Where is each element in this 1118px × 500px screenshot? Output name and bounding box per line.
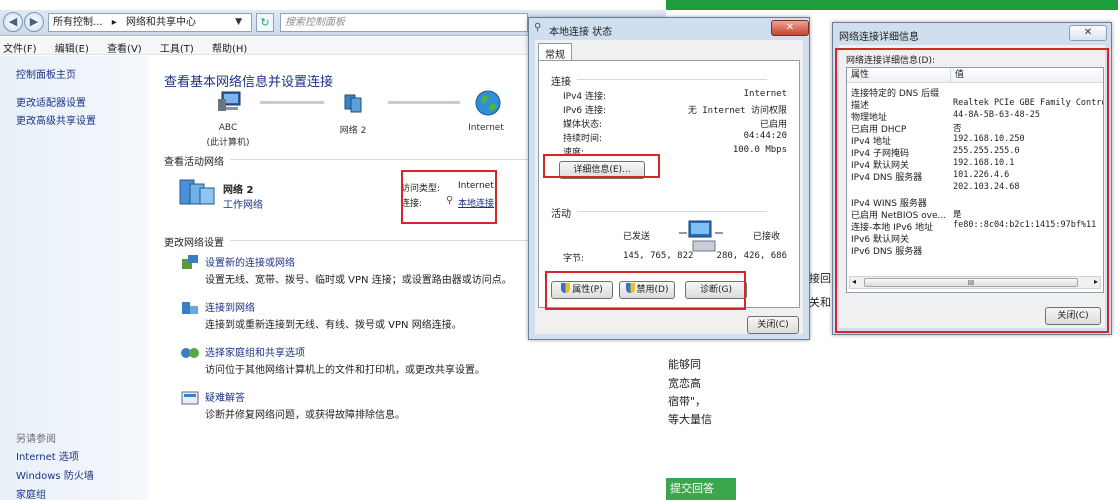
- search-input[interactable]: 搜索控制面板: [280, 13, 528, 32]
- dialog-title: 网络连接详细信息: [839, 32, 919, 43]
- sidebar-item-advanced-sharing[interactable]: 更改高级共享设置: [16, 112, 96, 127]
- webpage-text: 等大量信: [668, 413, 712, 426]
- close-icon[interactable]: ✕: [771, 20, 809, 36]
- bytes-received-value: 280, 426, 686: [716, 251, 787, 261]
- webpage-header-bar: [666, 0, 1118, 10]
- sidebar-item-control-panel-home[interactable]: 控制面板主页: [16, 66, 76, 81]
- submit-answer-button[interactable]: 提交回答: [666, 478, 736, 500]
- breadcrumb-1[interactable]: 所有控制...: [53, 17, 103, 28]
- menu-edit[interactable]: 编辑(E): [52, 37, 89, 55]
- active-networks-header: 查看活动网络: [164, 153, 610, 168]
- see-also-header: 另请参阅: [16, 434, 56, 445]
- close-icon[interactable]: ✕: [1069, 25, 1107, 41]
- highlight-box: [835, 48, 1109, 333]
- webpage-text: 宽恋高: [668, 377, 701, 390]
- webpage-text: 能够同: [668, 358, 701, 371]
- media-state-value: 已启用: [759, 120, 787, 130]
- ethernet-icon: ⚲: [534, 22, 542, 33]
- address-input[interactable]: 所有控制... ▸ 网络和共享中心 ▼: [48, 13, 252, 32]
- homegroup-link[interactable]: 选择家庭组和共享选项: [205, 344, 305, 359]
- troubleshoot-icon: [181, 391, 199, 405]
- duration-value: 04:44:20: [743, 131, 787, 141]
- sidebar-item-adapter-settings[interactable]: 更改适配器设置: [16, 94, 86, 109]
- sidebar-item-homegroup[interactable]: 家庭组: [16, 486, 46, 500]
- ipv4-label: IPv4 连接:: [563, 92, 607, 102]
- menu-file[interactable]: 文件(F): [0, 37, 37, 55]
- homegroup-desc: 访问位于其他网络计算机上的文件和打印机，或更改共享设置。: [205, 365, 485, 376]
- speed-value: 100.0 Mbps: [732, 145, 787, 155]
- bytes-sent-value: 145, 765, 822: [623, 251, 694, 261]
- homegroup-icon: [181, 348, 199, 358]
- menu-view[interactable]: 查看(V): [104, 37, 142, 55]
- computer-name: ABC: [218, 123, 238, 133]
- sent-label: 已发送: [623, 232, 651, 242]
- setup-connection-link[interactable]: 设置新的连接或网络: [205, 254, 295, 269]
- sidebar-item-internet-options[interactable]: Internet 选项: [16, 448, 79, 463]
- duration-label: 持续时间:: [563, 134, 603, 144]
- computer-node[interactable]: [210, 90, 250, 115]
- menu-help[interactable]: 帮助(H): [209, 37, 247, 55]
- received-label: 已接收: [753, 232, 781, 242]
- ipv4-value: Internet: [743, 89, 787, 99]
- chevron-down-icon[interactable]: ▼: [235, 14, 242, 31]
- setup-connection-icon: [182, 255, 198, 269]
- ipv6-label: IPv6 连接:: [563, 106, 607, 116]
- active-network-name: 网络 2: [223, 185, 254, 196]
- refresh-icon[interactable]: ↻: [256, 13, 274, 32]
- webpage-text: 关和: [809, 296, 831, 309]
- network-activity-icon: [679, 220, 723, 252]
- webpage-text: 宿带"，: [668, 395, 707, 408]
- sidebar-item-windows-firewall[interactable]: Windows 防火墙: [16, 467, 94, 482]
- internet-node[interactable]: [474, 90, 502, 119]
- dialog-title: 本地连接 状态: [549, 27, 613, 38]
- page-title: 查看基本网络信息并设置连接: [164, 75, 334, 90]
- close-button[interactable]: 关闭(C): [747, 316, 799, 334]
- troubleshoot-desc: 诊断并修复网络问题，或获得故障排除信息。: [205, 410, 405, 421]
- webpage-text: 接回: [809, 272, 831, 285]
- globe-icon: [475, 90, 501, 116]
- computer-icon: [218, 91, 241, 111]
- network-type-link[interactable]: 工作网络: [223, 196, 263, 211]
- breadcrumb-separator: ▸: [111, 17, 117, 28]
- network-icon: [179, 179, 215, 205]
- ipv6-value: 无 Internet 访问权限: [687, 106, 787, 116]
- menu-tools[interactable]: 工具(T): [157, 37, 194, 55]
- highlight-box: [401, 170, 497, 224]
- connection-group-header: 连接: [551, 73, 767, 88]
- network-node[interactable]: [338, 92, 368, 117]
- highlight-box: [545, 271, 746, 310]
- sidebar: 控制面板主页 更改适配器设置 更改高级共享设置 另请参阅 Internet 选项…: [0, 56, 148, 500]
- connection-line: [388, 101, 460, 104]
- breadcrumb-2[interactable]: 网络和共享中心: [126, 17, 196, 28]
- setup-connection-desc: 设置无线、宽带、拨号、临时或 VPN 连接；或设置路由器或访问点。: [205, 275, 512, 286]
- network-icon: [344, 94, 362, 113]
- connection-line: [260, 101, 324, 104]
- connect-network-link[interactable]: 连接到网络: [205, 299, 255, 314]
- troubleshoot-link[interactable]: 疑难解答: [205, 389, 245, 404]
- highlight-box: [543, 154, 660, 178]
- connect-network-desc: 连接到或重新连接到无线、有线、拨号或 VPN 网络连接。: [205, 320, 462, 331]
- media-state-label: 媒体状态:: [563, 120, 603, 130]
- network-name: 网络 2: [339, 126, 367, 136]
- connect-network-icon: [182, 302, 198, 314]
- forward-arrow-icon[interactable]: ▶: [24, 12, 44, 32]
- bytes-label: 字节:: [563, 254, 585, 264]
- back-arrow-icon[interactable]: ◀: [3, 12, 23, 32]
- computer-sub-label: (此计算机): [206, 138, 250, 148]
- activity-group-header: 活动: [551, 205, 767, 220]
- internet-label: Internet: [468, 123, 504, 133]
- change-settings-header: 更改网络设置: [164, 234, 610, 249]
